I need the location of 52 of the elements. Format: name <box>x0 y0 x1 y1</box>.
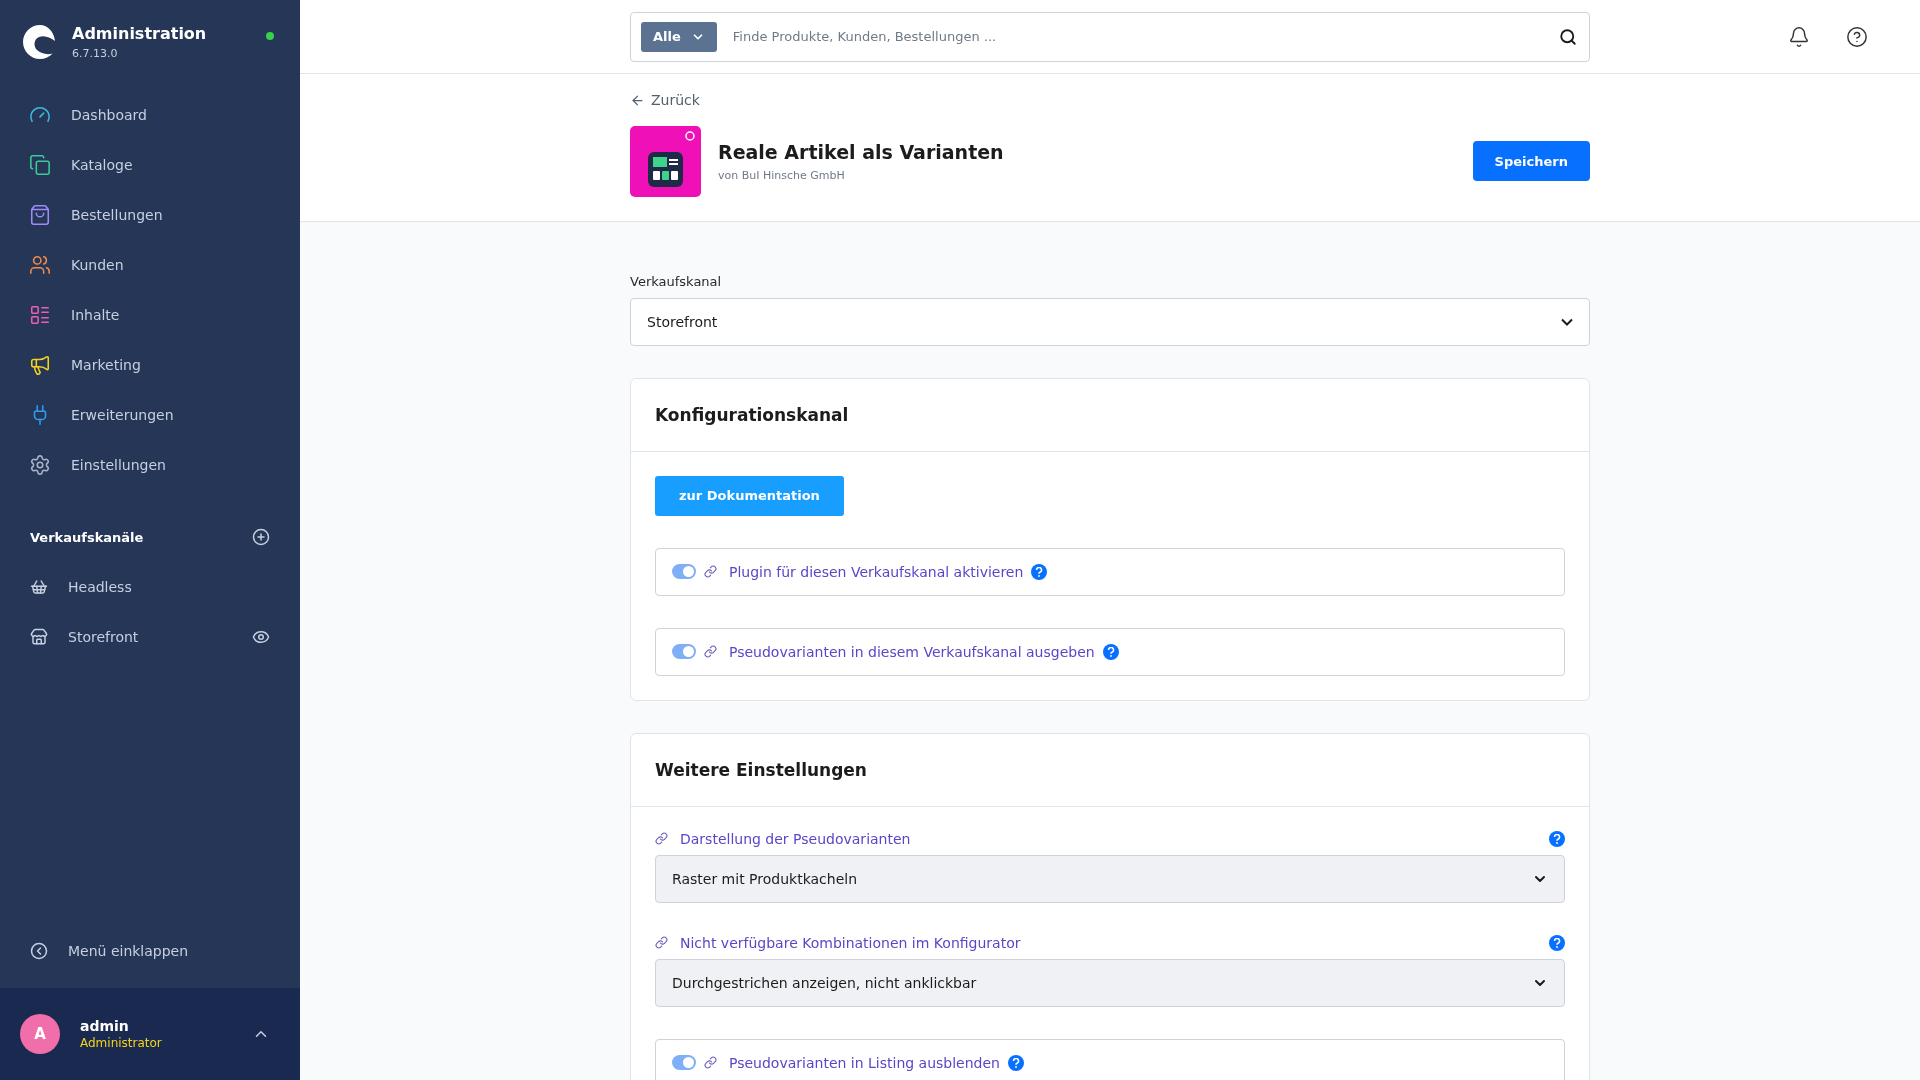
user-role: Administrator <box>80 1036 163 1050</box>
field-label: Pseudovarianten in diesem Verkaufskanal ausgeben <box>729 643 1095 660</box>
nav-item[interactable]: Kataloge <box>0 140 300 190</box>
chevron-down-icon <box>1561 317 1573 326</box>
field-label: Darstellung der Pseudovarianten <box>680 830 912 847</box>
eye-icon[interactable] <box>252 628 270 646</box>
filter-dropdown[interactable]: Alle <box>641 21 717 52</box>
select-field[interactable]: Raster mit Produktkacheln <box>655 854 1565 903</box>
link-icon[interactable] <box>704 1056 717 1069</box>
plugin-logo-icon <box>630 125 701 197</box>
collapse-menu-link[interactable]: Menü einklappen <box>0 942 300 988</box>
section-heading: Verkaufskanäle <box>30 529 144 545</box>
version-label: 6.7.13.0 <box>72 47 119 60</box>
nav-item[interactable]: Bestellungen <box>0 190 300 240</box>
plugin-title: Reale Artikel als Varianten <box>718 140 1005 163</box>
logo-icon[interactable] <box>22 24 58 60</box>
help-icon[interactable] <box>1846 25 1868 48</box>
app-title: Administration <box>72 24 208 43</box>
nav-item[interactable]: Kunden <box>0 240 300 290</box>
channel-item[interactable]: Headless <box>0 562 300 612</box>
chevron-left-icon <box>30 942 48 960</box>
link-icon[interactable] <box>655 936 668 949</box>
user-name: admin <box>80 1018 130 1034</box>
nav-item[interactable]: Marketing <box>0 340 300 390</box>
link-icon[interactable] <box>704 645 717 658</box>
back-link[interactable]: Zurück <box>630 92 700 108</box>
save-button[interactable]: Speichern <box>1472 141 1590 181</box>
store-icon <box>30 628 48 646</box>
card-title: Konfigurationskanal <box>655 404 849 425</box>
bell-icon[interactable] <box>1788 25 1810 48</box>
add-icon[interactable] <box>252 528 270 546</box>
select-field[interactable]: Durchgestrichen anzeigen, nicht anklickbar <box>655 958 1565 1007</box>
basket-icon <box>30 578 48 596</box>
search-icon[interactable] <box>1559 27 1577 46</box>
toggle-switch[interactable] <box>672 1055 696 1070</box>
field-label: Verkaufskanal <box>630 273 723 289</box>
nav-item[interactable]: Erweiterungen <box>0 390 300 440</box>
nav-item[interactable]: Einstellungen <box>0 440 300 490</box>
channel-item[interactable]: Storefront <box>0 612 300 662</box>
card-title: Weitere Einstellungen <box>655 759 867 780</box>
field-label: Pseudovarianten in Listing ausblenden <box>729 1054 1000 1071</box>
nav-item[interactable]: Dashboard <box>0 90 300 140</box>
sales-channel-select[interactable]: Storefront <box>630 297 1590 346</box>
search-field[interactable]: Alle Finde Produkte, Kunden, Bestellungen ... <box>630 11 1590 62</box>
toggle-switch[interactable] <box>672 564 696 579</box>
field-label: Nicht verfügbare Kombinationen im Konfigurator <box>680 934 1022 951</box>
link-icon[interactable] <box>704 565 717 578</box>
field-label: Plugin für diesen Verkaufskanal aktivieren <box>729 563 1024 580</box>
vendor-label: von BuI Hinsche GmbH <box>718 168 846 182</box>
link-icon[interactable] <box>655 832 668 845</box>
nav-item[interactable]: Inhalte <box>0 290 300 340</box>
toggle-switch[interactable] <box>672 644 696 659</box>
